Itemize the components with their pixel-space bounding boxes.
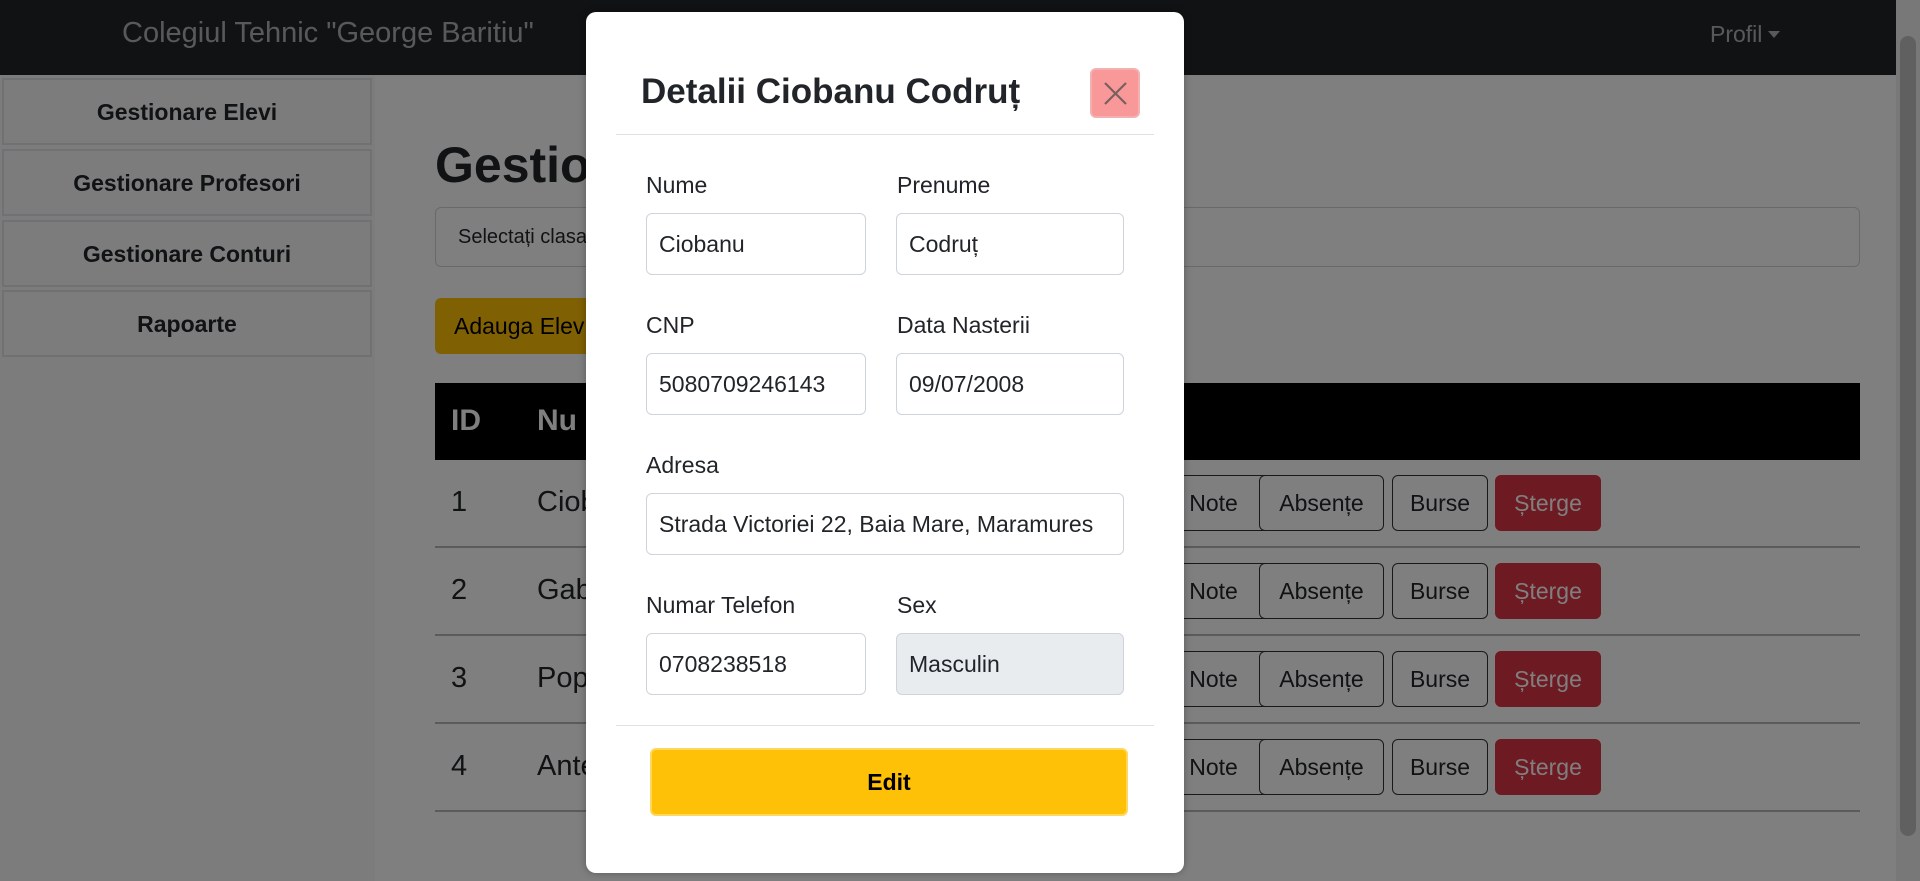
- prenume-label: Prenume: [897, 172, 991, 198]
- prenume-field[interactable]: Codruț: [896, 213, 1124, 275]
- adresa-label: Adresa: [646, 452, 719, 478]
- modal-title: Detalii Ciobanu Codruț: [641, 72, 1021, 111]
- adresa-field[interactable]: Strada Victoriei 22, Baia Mare, Maramure…: [646, 493, 1124, 555]
- student-details-modal: Detalii Ciobanu Codruț Nume Ciobanu Pren…: [586, 12, 1184, 873]
- modal-footer-divider: [616, 725, 1154, 726]
- sex-label: Sex: [897, 592, 937, 618]
- cnp-field[interactable]: 5080709246143: [646, 353, 866, 415]
- data-nasterii-field[interactable]: 09/07/2008: [896, 353, 1124, 415]
- cnp-label: CNP: [646, 312, 695, 338]
- nume-label: Nume: [646, 172, 708, 198]
- modal-header-divider: [616, 134, 1154, 135]
- data-nasterii-label: Data Nasterii: [897, 312, 1030, 338]
- nume-field[interactable]: Ciobanu: [646, 213, 866, 275]
- edit-button[interactable]: Edit: [650, 748, 1128, 816]
- close-button[interactable]: [1090, 68, 1140, 118]
- sex-field[interactable]: Masculin: [896, 633, 1124, 695]
- close-icon: [1104, 82, 1127, 105]
- telefon-label: Numar Telefon: [646, 592, 796, 618]
- telefon-field[interactable]: 0708238518: [646, 633, 866, 695]
